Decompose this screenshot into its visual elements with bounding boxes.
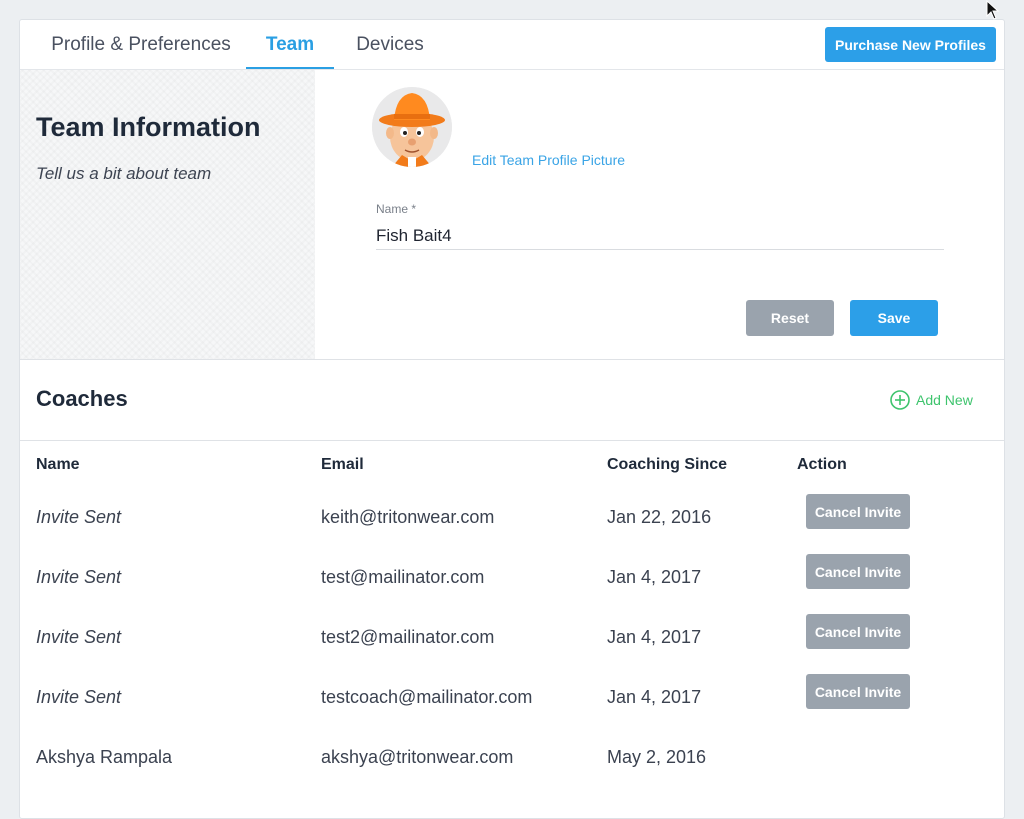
column-header-name: Name (36, 456, 80, 473)
coach-since: May 2, 2016 (607, 747, 707, 767)
edit-team-profile-picture-link[interactable]: Edit Team Profile Picture (472, 152, 625, 168)
tab-bar: Profile & Preferences Team Devices Purch… (20, 20, 1004, 70)
tab-profile-preferences[interactable]: Profile & Preferences (36, 20, 246, 69)
coaches-heading: Coaches (36, 386, 128, 411)
table-divider (20, 440, 1004, 441)
table-row: Invite Sent test@mailinator.com Jan 4, 2… (20, 550, 1004, 610)
reset-button[interactable]: Reset (746, 300, 834, 336)
team-avatar[interactable] (372, 87, 452, 167)
coach-email: test@mailinator.com (321, 567, 485, 587)
column-header-coaching-since: Coaching Since (607, 456, 728, 473)
plus-circle-icon (890, 390, 910, 410)
coach-name: Invite Sent (36, 627, 122, 647)
team-info-title: Team Information (36, 112, 261, 142)
coach-since: Jan 22, 2016 (607, 507, 712, 527)
coach-since: Jan 4, 2017 (607, 567, 702, 587)
name-field-label: Name * (376, 202, 417, 216)
settings-card: Profile & Preferences Team Devices Purch… (19, 19, 1005, 819)
section-divider (20, 359, 1004, 360)
coach-email: testcoach@mailinator.com (321, 687, 533, 707)
cancel-invite-button[interactable]: Cancel Invite (806, 494, 910, 529)
team-info-sidebar: Team Information Tell us a bit about tea… (20, 70, 315, 359)
coach-name: Akshya Rampala (36, 747, 173, 767)
column-header-action: Action (797, 456, 847, 473)
table-row: Invite Sent keith@tritonwear.com Jan 22,… (20, 490, 1004, 550)
coach-email: test2@mailinator.com (321, 627, 495, 647)
team-name-input[interactable] (376, 222, 944, 250)
team-info-subtitle: Tell us a bit about team (36, 164, 212, 183)
cancel-invite-button[interactable]: Cancel Invite (806, 554, 910, 589)
cancel-invite-button[interactable]: Cancel Invite (806, 614, 910, 649)
coach-email: akshya@tritonwear.com (321, 747, 514, 767)
table-row: Invite Sent test2@mailinator.com Jan 4, … (20, 610, 1004, 670)
mouse-pointer-icon (986, 0, 1000, 20)
add-new-label: Add New (916, 392, 973, 408)
coach-name: Invite Sent (36, 567, 122, 587)
purchase-new-profiles-button[interactable]: Purchase New Profiles (825, 27, 996, 62)
table-row: Invite Sent testcoach@mailinator.com Jan… (20, 670, 1004, 730)
add-new-coach-button[interactable]: Add New (890, 390, 973, 410)
save-button[interactable]: Save (850, 300, 938, 336)
column-header-email: Email (321, 456, 364, 473)
coach-email: keith@tritonwear.com (321, 507, 495, 527)
tab-devices[interactable]: Devices (342, 20, 438, 69)
coach-name: Invite Sent (36, 507, 122, 527)
tab-team[interactable]: Team (246, 20, 334, 69)
cartoon-avatar-icon (372, 87, 452, 167)
team-info-form: Edit Team Profile Picture Name * Reset S… (315, 70, 1004, 359)
cancel-invite-button[interactable]: Cancel Invite (806, 674, 910, 709)
coach-since: Jan 4, 2017 (607, 687, 702, 707)
table-row: Akshya Rampala akshya@tritonwear.com May… (20, 730, 1004, 790)
coach-since: Jan 4, 2017 (607, 627, 702, 647)
coach-name: Invite Sent (36, 687, 122, 707)
